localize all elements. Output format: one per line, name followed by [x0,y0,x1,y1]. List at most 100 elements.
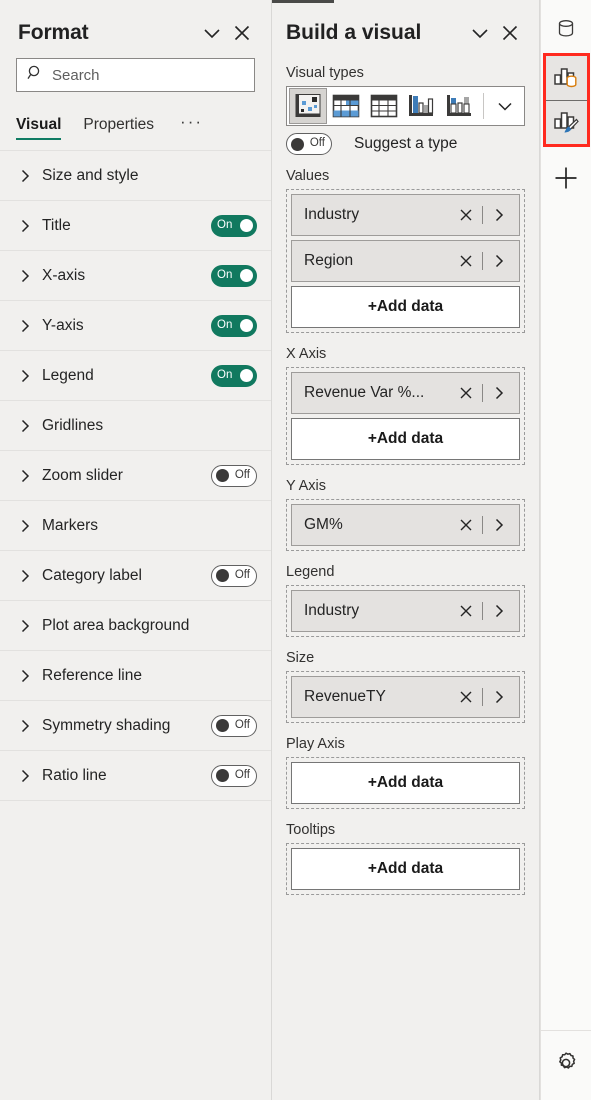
field-well[interactable]: Revenue Var %... +Add data [286,367,525,465]
field-well[interactable]: Industry [286,585,525,637]
well-label: Size [286,650,315,666]
field-options-chevron-icon[interactable] [488,604,510,618]
format-row-toggle[interactable]: Off [211,764,257,787]
field-pill-label: GM% [304,516,343,533]
toggle-knob [216,469,229,482]
add-pane-icon[interactable] [544,155,589,200]
field-options-chevron-icon[interactable] [488,208,510,222]
format-row[interactable]: Markers [0,501,271,551]
search-input[interactable]: Search [16,58,255,92]
chevron-right-icon [16,669,34,683]
format-row-label: Category label [42,566,142,584]
format-row[interactable]: Symmetry shading Off [0,701,271,751]
search-icon [27,64,44,86]
format-row-label: Legend [42,366,94,384]
suggest-a-type-toggle[interactable]: Off [286,133,332,155]
format-row[interactable]: Y-axis On [0,301,271,351]
stacked-column-chart-icon[interactable] [440,88,478,124]
well-label: Play Axis [286,736,345,752]
chevron-right-icon [16,369,34,383]
format-row-toggle[interactable]: Off [211,464,257,487]
format-row[interactable]: Legend On [0,351,271,401]
chevron-right-icon [16,469,34,483]
field-pill[interactable]: Industry [291,590,520,632]
build-visual-icon[interactable] [545,56,587,100]
field-pill[interactable]: RevenueTY [291,676,520,718]
format-panel-header: Format [0,0,271,52]
chevron-right-icon [16,319,34,333]
settings-button[interactable] [541,1030,591,1100]
format-visual-icon[interactable] [545,100,587,144]
field-well[interactable]: +Add data [286,843,525,895]
format-row[interactable]: Title On [0,201,271,251]
tab-visual[interactable]: Visual [16,116,62,140]
format-row-toggle[interactable]: On [211,364,257,387]
add-data-button[interactable]: +Add data [291,848,520,890]
format-row-toggle[interactable]: Off [211,714,257,737]
format-row[interactable]: Category label Off [0,551,271,601]
remove-field-icon[interactable] [455,517,477,533]
pill-divider [482,252,483,270]
remove-field-icon[interactable] [455,207,477,223]
field-options-chevron-icon[interactable] [488,254,510,268]
field-pill[interactable]: Revenue Var %... [291,372,520,414]
field-options-chevron-icon[interactable] [488,518,510,532]
field-pill[interactable]: GM% [291,504,520,546]
data-pane-icon[interactable] [544,6,589,51]
matrix-icon[interactable] [327,88,365,124]
field-pill-label: Revenue Var %... [304,384,425,401]
toggle-label: Off [309,137,325,150]
toggle-label: On [217,368,233,381]
visual-types-label: Visual types [286,65,364,81]
field-options-chevron-icon[interactable] [488,690,510,704]
format-row-label: Symmetry shading [42,716,171,734]
format-row[interactable]: X-axis On [0,251,271,301]
tabs-overflow-button[interactable]: ··· [180,112,203,140]
chevron-right-icon [16,419,34,433]
field-well[interactable]: RevenueTY [286,671,525,723]
format-close-button[interactable] [227,18,257,48]
toggle-label: On [217,218,233,231]
add-data-button[interactable]: +Add data [291,286,520,328]
pill-divider [482,384,483,402]
field-well[interactable]: +Add data [286,757,525,809]
remove-field-icon[interactable] [455,603,477,619]
pill-divider [482,688,483,706]
add-data-button[interactable]: +Add data [291,762,520,804]
field-pill[interactable]: Region [291,240,520,282]
format-row-toggle[interactable]: Off [211,564,257,587]
field-options-chevron-icon[interactable] [488,386,510,400]
table-icon[interactable] [365,88,403,124]
toggle-knob [216,769,229,782]
toggle-knob [291,137,304,151]
add-data-button[interactable]: +Add data [291,418,520,460]
format-row[interactable]: Reference line [0,651,271,701]
format-row[interactable]: Ratio line Off [0,751,271,801]
format-row[interactable]: Size and style [0,151,271,201]
search-placeholder: Search [52,66,100,84]
field-well[interactable]: Industry Region +Add data [286,189,525,333]
format-row-toggle[interactable]: On [211,264,257,287]
format-row-toggle[interactable]: On [211,314,257,337]
format-row[interactable]: Gridlines [0,401,271,451]
chevron-right-icon [16,269,34,283]
clustered-column-chart-icon[interactable] [403,88,441,124]
format-settings-list: Size and style Title On X-axis On Y-axis On Leg… [0,150,271,801]
right-rail [540,0,591,1100]
scatter-chart-icon[interactable] [289,88,327,124]
format-row-toggle[interactable]: On [211,214,257,237]
field-well[interactable]: GM% [286,499,525,551]
visual-types-divider [483,93,485,119]
remove-field-icon[interactable] [455,253,477,269]
format-collapse-button[interactable] [197,18,227,48]
build-collapse-button[interactable] [465,18,495,48]
well-label: Legend [286,564,335,580]
remove-field-icon[interactable] [455,385,477,401]
field-pill[interactable]: Industry [291,194,520,236]
format-row[interactable]: Zoom slider Off [0,451,271,501]
tab-properties[interactable]: Properties [83,116,154,140]
format-row[interactable]: Plot area background [0,601,271,651]
visual-types-more-button[interactable] [487,88,522,124]
build-close-button[interactable] [495,18,525,48]
remove-field-icon[interactable] [455,689,477,705]
